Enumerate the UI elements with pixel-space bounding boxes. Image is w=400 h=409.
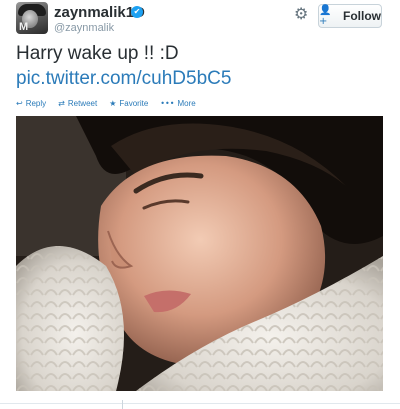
more-button[interactable]: ••• More (160, 97, 195, 109)
follow-button[interactable]: 👤+ Follow (318, 4, 382, 28)
follow-user-icon: 👤+ (319, 5, 332, 27)
tweet-photo[interactable] (16, 116, 383, 391)
tweet-actions: ↩ Reply ⇄ Retweet ★ Favorite ••• More (16, 97, 196, 109)
tweet-card: M zaynmalik1D ✔ @zaynmalik ⚙ 👤+ Follow H… (0, 0, 400, 409)
gear-icon[interactable]: ⚙ (294, 6, 308, 22)
retweet-icon: ⇄ (58, 98, 65, 108)
avatar[interactable]: M (16, 2, 48, 34)
retweet-button[interactable]: ⇄ Retweet (58, 97, 97, 109)
verified-badge-icon: ✔ (131, 6, 143, 18)
follow-label: Follow (343, 9, 381, 23)
star-icon: ★ (109, 98, 117, 108)
reply-icon: ↩ (16, 98, 23, 108)
more-label: More (177, 98, 196, 108)
footer-divider (0, 403, 400, 404)
tweet-link[interactable]: pic.twitter.com/cuhD5bC5 (16, 67, 231, 91)
favorite-label: Favorite (119, 98, 149, 108)
reply-label: Reply (25, 98, 47, 108)
favorite-button[interactable]: ★ Favorite (109, 97, 148, 109)
retweet-label: Retweet (67, 98, 98, 108)
footer-divider-tick (122, 400, 123, 409)
avatar-letter: M (19, 21, 29, 33)
sleeping-person-image (16, 116, 383, 391)
more-dots-icon: ••• (160, 98, 175, 108)
user-handle[interactable]: @zaynmalik (54, 22, 114, 34)
reply-button[interactable]: ↩ Reply (16, 97, 46, 109)
tweet-text: Harry wake up !! :D (16, 43, 179, 64)
